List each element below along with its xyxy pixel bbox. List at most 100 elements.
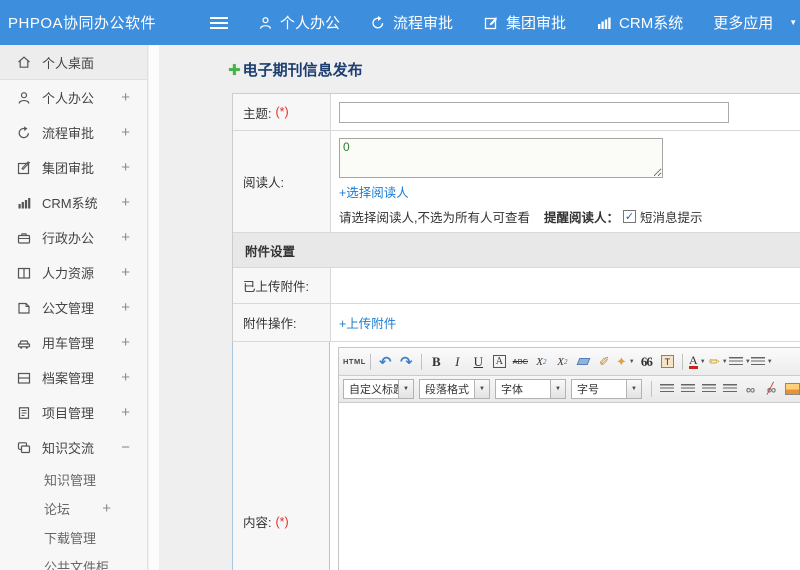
project-icon — [16, 405, 32, 421]
sidebar-item-knowledge-exchange[interactable]: 知识交流 − — [0, 430, 147, 465]
required-mark: (*) — [275, 105, 289, 119]
expand-icon[interactable]: + — [121, 404, 147, 421]
align-left-icon[interactable] — [656, 379, 677, 400]
sidebar-item-admin-office[interactable]: 行政办公 + — [0, 220, 147, 255]
app-logo: PHPOA协同办公软件 — [8, 15, 157, 32]
nav-more-apps[interactable]: 更多应用 — [713, 12, 773, 33]
chevron-down-icon: ▼ — [721, 358, 728, 365]
chevron-down-icon[interactable]: ▼ — [474, 380, 489, 398]
app-window: PHPOA协同办公软件 个人办公 流程审批 集团审批 CRM系统 更多应用 ▼ … — [0, 0, 800, 570]
ordered-list-button[interactable]: ▼ — [728, 351, 751, 372]
user-icon — [16, 90, 32, 106]
strikethrough-button[interactable]: ABC — [510, 351, 531, 372]
readers-value-cell: 0 +选择阅读人 请选择阅读人,不选为所有人可查看 提醒阅读人： ✓ 短消息提示 — [331, 131, 800, 232]
content-value-cell: HTML ↶ ↷ B I U A ABC X2 X2 ✐ ✦ ▼ 66 T A … — [330, 342, 800, 570]
editor-toolbar-row2: 自定义标题 ▼ 段落格式 ▼ 字体 ▼ — [339, 376, 800, 403]
subject-value-cell — [331, 94, 800, 130]
subject-label: 主题: (*) — [233, 94, 331, 130]
expand-icon[interactable]: + — [121, 369, 147, 386]
chevron-down-icon[interactable]: ▼ — [789, 18, 797, 27]
underline-button[interactable]: U — [468, 351, 489, 372]
paste-text-icon[interactable]: T — [657, 351, 678, 372]
html-source-button[interactable]: HTML — [343, 351, 366, 372]
expand-icon[interactable]: + — [121, 159, 147, 176]
nav-workflow-approval[interactable]: 流程审批 — [370, 12, 453, 33]
sidebar-item-document-mgmt[interactable]: 公文管理 + — [0, 290, 147, 325]
autotypeset-icon[interactable]: ✦ ▼ — [615, 351, 636, 372]
highlight-color-button[interactable]: ✏ ▼ — [708, 351, 729, 372]
subject-input[interactable] — [339, 101, 729, 123]
custom-title-select[interactable]: 自定义标题 ▼ — [343, 379, 414, 399]
font-family-select[interactable]: 字体 ▼ — [495, 379, 566, 399]
uploaded-attachments-row: 已上传附件: — [233, 268, 800, 304]
align-right-icon[interactable] — [698, 379, 719, 400]
align-center-icon[interactable] — [677, 379, 698, 400]
chevron-down-icon[interactable]: ▼ — [550, 380, 565, 398]
sidebar-item-personal-office[interactable]: 个人办公 + — [0, 80, 147, 115]
blockquote-button[interactable]: 66 — [636, 351, 657, 372]
expand-icon[interactable]: + — [121, 89, 147, 106]
sidebar-subitem-knowledge-mgmt[interactable]: 知识管理 — [0, 465, 147, 494]
nav-crm-system[interactable]: CRM系统 — [596, 12, 683, 33]
italic-button[interactable]: I — [447, 351, 468, 372]
chat-icon — [16, 440, 32, 456]
eraser-icon[interactable] — [573, 351, 594, 372]
format-painter-icon[interactable]: ✐ — [594, 351, 615, 372]
top-nav: 个人办公 流程审批 集团审批 CRM系统 更多应用 ▼ — [258, 12, 797, 33]
expand-icon[interactable]: + — [121, 299, 147, 316]
font-size-select[interactable]: 字号 ▼ — [571, 379, 642, 399]
sidebar-item-project-mgmt[interactable]: 项目管理 + — [0, 395, 147, 430]
subscript-button[interactable]: X2 — [552, 351, 573, 372]
subject-row: 主题: (*) — [233, 94, 800, 131]
sidebar-item-desktop[interactable]: 个人桌面 — [0, 45, 147, 80]
book-icon — [16, 265, 32, 281]
chevron-down-icon: ▼ — [699, 358, 706, 365]
expand-icon[interactable]: + — [121, 229, 147, 246]
redo-icon[interactable]: ↷ — [396, 351, 417, 372]
sidebar-item-crm[interactable]: CRM系统 + — [0, 185, 147, 220]
collapse-icon[interactable]: − — [121, 439, 147, 456]
sidebar-item-hr[interactable]: 人力资源 + — [0, 255, 147, 290]
uploaded-attachments-label: 已上传附件: — [233, 268, 331, 303]
font-color-button[interactable]: A ▼ — [687, 351, 708, 372]
bold-button[interactable]: B — [426, 351, 447, 372]
insert-image-icon[interactable] — [782, 379, 800, 400]
sidebar-item-vehicle-mgmt[interactable]: 用车管理 + — [0, 325, 147, 360]
expand-icon[interactable]: + — [121, 334, 147, 351]
unordered-list-button[interactable]: ▼ — [750, 351, 773, 372]
unlink-icon[interactable]: ∞ ╱ — [761, 379, 782, 400]
sms-remind-checkbox[interactable]: ✓ — [623, 210, 636, 223]
chevron-down-icon[interactable]: ▼ — [398, 380, 413, 398]
editor-content[interactable] — [339, 403, 800, 570]
sidebar-item-workflow-approval[interactable]: 流程审批 + — [0, 115, 147, 150]
paragraph-format-select[interactable]: 段落格式 ▼ — [419, 379, 490, 399]
superscript-button[interactable]: X2 — [531, 351, 552, 372]
archive-icon — [16, 370, 32, 386]
sidebar-item-group-approval[interactable]: 集团审批 + — [0, 150, 147, 185]
nav-personal-office[interactable]: 个人办公 — [258, 12, 340, 33]
expand-icon[interactable]: + — [121, 124, 147, 141]
expand-icon[interactable]: + — [121, 194, 147, 211]
nav-group-approval[interactable]: 集团审批 — [483, 12, 566, 33]
sidebar-item-archive-mgmt[interactable]: 档案管理 + — [0, 360, 147, 395]
font-style-button[interactable]: A — [489, 351, 510, 372]
upload-attachment-link[interactable]: +上传附件 — [339, 313, 800, 332]
sidebar-subitem-public-cabinet[interactable]: 公共文件柜 — [0, 552, 147, 570]
sidebar-subitem-download-mgmt[interactable]: 下载管理 — [0, 523, 147, 552]
sms-remind-label: 短消息提示 — [640, 211, 703, 225]
align-justify-icon[interactable] — [719, 379, 740, 400]
toolbar-separator — [420, 353, 422, 370]
chevron-down-icon[interactable]: ▼ — [626, 380, 641, 398]
content-label: 内容: (*) — [232, 342, 330, 570]
readers-textarea[interactable]: 0 — [339, 138, 663, 178]
expand-icon[interactable]: + — [121, 264, 147, 281]
undo-icon[interactable]: ↶ — [375, 351, 396, 372]
editor-toolbar-row1: HTML ↶ ↷ B I U A ABC X2 X2 ✐ ✦ ▼ 66 T A … — [339, 348, 800, 376]
add-icon: ✚ — [228, 61, 241, 79]
hamburger-menu-icon[interactable] — [210, 16, 228, 29]
select-readers-link[interactable]: +选择阅读人 — [339, 182, 800, 201]
expand-icon[interactable]: + — [102, 500, 147, 517]
insert-link-icon[interactable]: ∞ — [740, 379, 761, 400]
attachment-ops-value: +上传附件 — [331, 304, 800, 341]
sidebar-subitem-forum[interactable]: 论坛 + — [0, 494, 147, 523]
